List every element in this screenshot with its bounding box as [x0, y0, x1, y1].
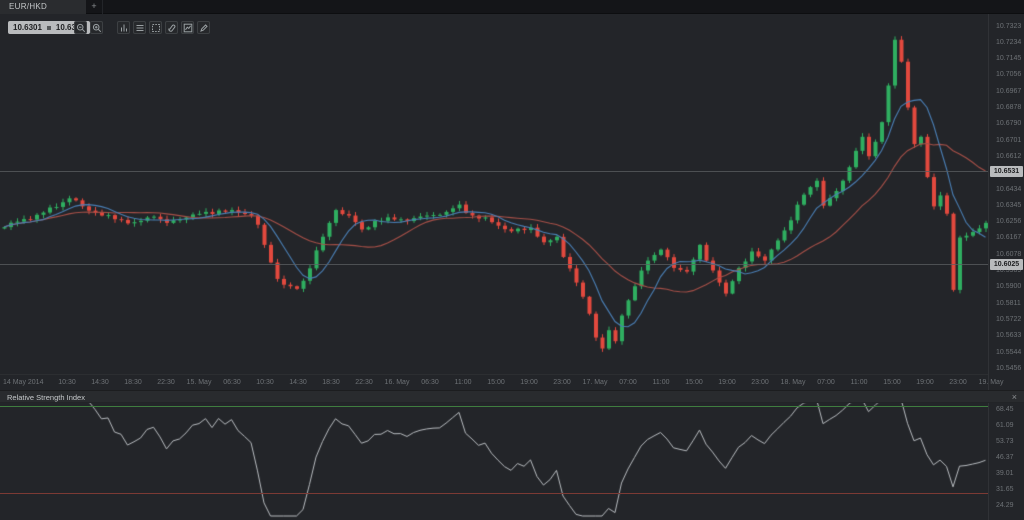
trading-app-window: EUR/HKD + 10.6301 10.6330 10.6531 10.602…	[0, 0, 1024, 520]
zoom-in-icon	[92, 23, 102, 33]
select-area-icon	[151, 23, 161, 33]
rsi-oversold-line	[0, 493, 988, 494]
price-axis-label: 10.5544	[996, 348, 1021, 357]
attach-button[interactable]	[165, 21, 178, 34]
time-axis-label: 22:30	[355, 378, 373, 387]
line-chart-button[interactable]	[181, 21, 194, 34]
time-axis-label: 06:30	[421, 378, 439, 387]
rsi-axis-label: 46.37	[996, 453, 1014, 462]
time-axis-label: 07:00	[817, 378, 835, 387]
price-axis-label: 10.5633	[996, 331, 1021, 340]
zoom-in-button[interactable]	[90, 21, 103, 34]
new-tab-button[interactable]: +	[86, 0, 103, 14]
price-level-marker-upper: 10.6531	[990, 166, 1023, 177]
draw-button[interactable]	[197, 21, 210, 34]
price-axis-label: 10.7234	[996, 38, 1021, 47]
time-axis-label: 15. May	[187, 378, 212, 387]
time-axis-label: 19:00	[718, 378, 736, 387]
time-axis-label: 10:30	[58, 378, 76, 387]
draw-icon	[199, 23, 209, 33]
rsi-axis-label: 24.29	[996, 501, 1014, 510]
price-axis-label: 10.5900	[996, 282, 1021, 291]
attach-icon	[167, 23, 177, 33]
rsi-axis-label: 39.01	[996, 469, 1014, 478]
rsi-axis-label: 61.09	[996, 421, 1014, 430]
price-level-line-lower[interactable]	[0, 264, 988, 265]
price-axis-label: 10.6701	[996, 136, 1021, 145]
price-axis-label: 10.7056	[996, 70, 1021, 79]
time-axis-label: 19. May	[979, 378, 1004, 387]
time-axis-label: 18:30	[124, 378, 142, 387]
time-axis-label: 19:00	[916, 378, 934, 387]
price-axis-label: 10.5811	[996, 299, 1021, 308]
tab-eurhkd[interactable]: EUR/HKD	[0, 0, 86, 14]
price-axis-label: 10.6167	[996, 233, 1021, 242]
time-axis-label: 07:00	[619, 378, 637, 387]
time-axis-label: 15:00	[685, 378, 703, 387]
line-chart-icon	[183, 23, 193, 33]
price-level-marker-lower: 10.6025	[990, 259, 1023, 270]
time-axis-label: 16. May	[385, 378, 410, 387]
bar-chart-button[interactable]	[117, 21, 130, 34]
time-axis-label: 18. May	[781, 378, 806, 387]
time-axis-label: 17. May	[583, 378, 608, 387]
rsi-axis-label: 53.73	[996, 437, 1014, 446]
time-axis-label: 23:00	[751, 378, 769, 387]
time-axis-label: 15:00	[487, 378, 505, 387]
time-axis-label: 10:30	[256, 378, 274, 387]
time-axis-label: 15:00	[883, 378, 901, 387]
price-axis-label: 10.7145	[996, 54, 1021, 63]
rsi-panel-title: Relative Strength Index	[7, 393, 85, 402]
bar-chart-icon	[119, 23, 129, 33]
time-axis-separator	[0, 374, 988, 375]
time-axis-label: 18:30	[322, 378, 340, 387]
time-axis-label: 22:30	[157, 378, 175, 387]
time-axis-label: 06:30	[223, 378, 241, 387]
list-icon	[135, 23, 145, 33]
zoom-out-button[interactable]	[74, 21, 87, 34]
rsi-axis-label: 68.45	[996, 405, 1014, 414]
bid-price: 10.6301	[13, 23, 42, 32]
price-axis-separator	[988, 14, 989, 520]
time-axis-label: 23:00	[949, 378, 967, 387]
time-axis-label: 19:00	[520, 378, 538, 387]
time-axis-label: 14 May 2014	[3, 378, 43, 387]
price-axis-label: 10.6790	[996, 119, 1021, 128]
price-axis-label: 10.5722	[996, 315, 1021, 324]
price-axis-label: 10.6256	[996, 217, 1021, 226]
price-level-line-upper[interactable]	[0, 171, 988, 172]
time-axis-label: 11:00	[455, 378, 472, 387]
price-axis-label: 10.6612	[996, 152, 1021, 161]
chart-toolbar	[74, 21, 213, 34]
zoom-out-icon	[76, 23, 86, 33]
price-axis-label: 10.5456	[996, 364, 1021, 373]
time-axis-label: 11:00	[851, 378, 868, 387]
time-axis-label: 11:00	[653, 378, 670, 387]
rsi-axis-label: 31.65	[996, 485, 1014, 494]
chart-canvas[interactable]	[0, 0, 1024, 520]
price-axis-label: 10.6078	[996, 250, 1021, 259]
time-axis-label: 14:30	[289, 378, 307, 387]
rsi-overbought-line	[0, 406, 988, 407]
time-axis-label: 14:30	[91, 378, 109, 387]
price-axis-label: 10.6967	[996, 87, 1021, 96]
rsi-close-button[interactable]: ×	[1012, 392, 1017, 403]
rsi-panel-header: Relative Strength Index ×	[0, 390, 1024, 403]
quote-separator-icon	[47, 26, 51, 30]
price-axis-label: 10.6434	[996, 185, 1021, 194]
list-button[interactable]	[133, 21, 146, 34]
time-axis-label: 23:00	[553, 378, 571, 387]
tab-bar: EUR/HKD +	[0, 0, 1024, 14]
price-axis-label: 10.6345	[996, 201, 1021, 210]
price-axis-label: 10.7323	[996, 22, 1021, 31]
price-axis-label: 10.6878	[996, 103, 1021, 112]
select-area-button[interactable]	[149, 21, 162, 34]
